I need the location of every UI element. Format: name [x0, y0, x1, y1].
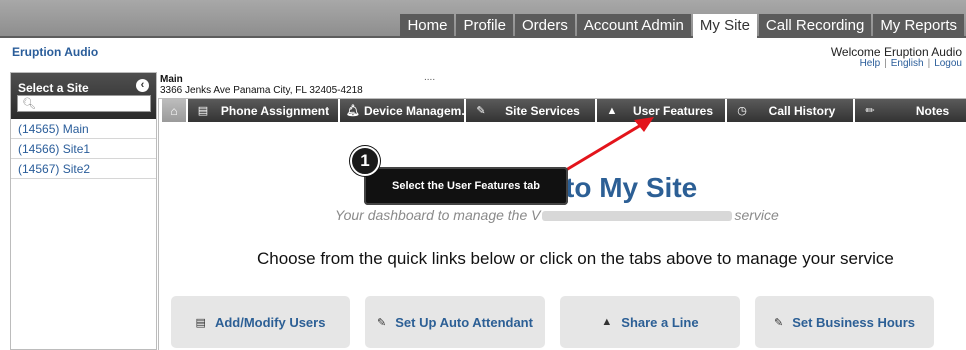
tab-call-history[interactable]: ◷ Call History [727, 99, 855, 122]
business-hours-button[interactable]: ✎ Set Business Hours [755, 296, 934, 348]
collapse-icon[interactable]: ‹ [136, 79, 149, 92]
subtitle-end: service [734, 207, 779, 223]
user-icon: ▲ [606, 104, 618, 117]
divider: | [927, 58, 931, 69]
pencil-icon: ✏︎ [865, 105, 875, 117]
subtitle-start: Your dashboard to manage the V [335, 207, 541, 223]
language-link[interactable]: English [891, 58, 924, 69]
tab-label: Site Services [505, 103, 580, 118]
nav-home[interactable]: Home [400, 14, 455, 38]
edit-icon: ✎ [377, 316, 387, 329]
site-sidebar: Select a Site ‹ 🔍︎ (14565) Main (14566) … [10, 72, 157, 350]
quick-link-label: Share a Line [621, 314, 699, 330]
site-item-main[interactable]: (14565) Main [11, 119, 156, 139]
quick-link-label: Set Up Auto Attendant [395, 314, 533, 330]
share-line-button[interactable]: ▲ Share a Line [560, 296, 740, 348]
more-icon[interactable]: .... [424, 72, 435, 83]
top-bar: Home Profile Orders Account Admin My Sit… [0, 0, 966, 38]
quick-link-label: Add/Modify Users [214, 314, 326, 330]
divider: | [884, 58, 887, 69]
help-link[interactable]: Help [860, 58, 881, 69]
dashboard-title: to My Site [565, 172, 698, 203]
dashboard-subtitle: Your dashboard to manage the V service [335, 207, 795, 223]
nav-my-reports[interactable]: My Reports [873, 14, 964, 38]
nav-my-site[interactable]: My Site [692, 14, 757, 38]
step-badge: 1 [350, 146, 380, 176]
quick-links-intro: Choose from the quick links below or cli… [257, 249, 894, 268]
tab-device-management[interactable]: 🔔︎ Device Managem... [340, 99, 466, 122]
tab-home[interactable]: ⌂ [162, 99, 188, 122]
location-name: Main [160, 74, 183, 85]
tab-site-services[interactable]: ✎ Site Services [466, 99, 597, 122]
add-modify-users-button[interactable]: ▤ Add/Modify Users [171, 296, 350, 348]
nav-account-admin[interactable]: Account Admin [576, 14, 691, 38]
tab-label: Call History [768, 103, 836, 118]
logout-link[interactable]: Logou [934, 58, 962, 69]
clock-icon: ◷ [737, 105, 747, 117]
search-icon: 🔍︎ [22, 98, 36, 110]
top-nav: Home Profile Orders Account Admin My Sit… [398, 14, 964, 38]
edit-icon: ✎ [476, 105, 486, 117]
site-list: (14565) Main (14566) Site1 (14567) Site2 [11, 119, 156, 179]
sidebar-title: Select a Site [18, 81, 89, 95]
tutorial-callout: Select the User Features tab [364, 167, 568, 205]
brand-name: Eruption Audio [12, 45, 99, 59]
phone-list-icon: ▤ [197, 105, 209, 117]
tab-phone-assignment[interactable]: ▤ Phone Assignment [188, 99, 340, 122]
auto-attendant-button[interactable]: ✎ Set Up Auto Attendant [365, 296, 545, 348]
site-item-site1[interactable]: (14566) Site1 [11, 139, 156, 159]
welcome-text: Welcome Eruption Audio [830, 45, 962, 59]
edit-icon: ✎ [773, 316, 784, 329]
tab-label: Notes [915, 103, 950, 118]
tab-label: Phone Assignment [220, 103, 330, 118]
nav-call-recording[interactable]: Call Recording [758, 14, 872, 38]
site-search-input[interactable] [18, 98, 150, 114]
tab-label: Device Managem... [363, 103, 466, 118]
user-icon: ▲ [601, 316, 613, 328]
nav-profile[interactable]: Profile [456, 14, 513, 38]
tab-user-features[interactable]: ▲ User Features [597, 99, 727, 122]
sidebar-header: Select a Site ‹ 🔍︎ [11, 73, 156, 119]
quick-link-label: Set Business Hours [792, 314, 916, 330]
bell-icon: 🔔︎ [346, 105, 360, 117]
utility-links: Help | English | Logou [860, 58, 962, 69]
location-address: 3366 Jenks Ave Panama City, FL 32405-421… [160, 85, 363, 96]
tab-notes[interactable]: ✏︎ Notes [855, 99, 966, 122]
site-search: 🔍︎ [17, 95, 151, 114]
user-list-icon: ▤ [195, 316, 206, 329]
site-tabs: ⌂ ▤ Phone Assignment 🔔︎ Device Managem..… [162, 99, 966, 122]
redacted-text [542, 211, 733, 222]
home-icon: ⌂ [170, 103, 178, 118]
site-item-site2[interactable]: (14567) Site2 [11, 159, 156, 179]
tab-label: User Features [632, 103, 714, 118]
nav-orders[interactable]: Orders [515, 14, 575, 38]
